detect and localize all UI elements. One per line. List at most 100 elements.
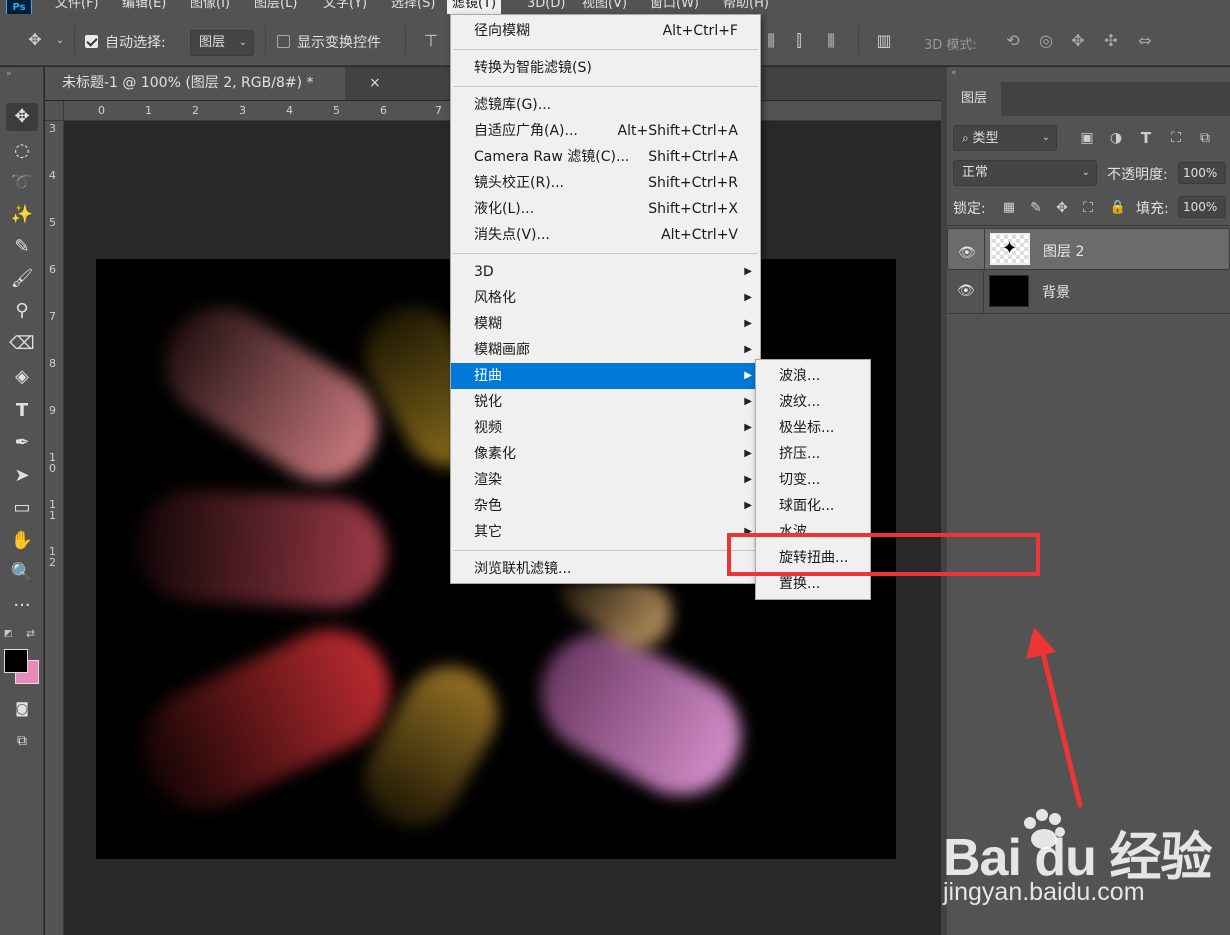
zoom-tool-icon[interactable]: 🔍: [6, 559, 38, 587]
menu-2[interactable]: 图像(I): [185, 0, 235, 14]
distort-menu-item[interactable]: 挤压...: [756, 441, 870, 467]
lasso-tool-icon[interactable]: ➰: [6, 169, 38, 197]
distort-menu-item[interactable]: 切变...: [756, 467, 870, 493]
adjustment-filter-icon[interactable]: ◑: [1106, 128, 1126, 148]
collapse-icon[interactable]: »: [6, 69, 12, 79]
paint-bucket-tool-icon[interactable]: ◈: [6, 363, 38, 391]
filter-menu-item[interactable]: Camera Raw 滤镜(C)... Shift+Ctrl+A: [451, 144, 760, 170]
more-tools-icon[interactable]: ···: [6, 592, 38, 620]
brush-tool-icon[interactable]: 🖌: [6, 265, 38, 293]
close-icon[interactable]: ×: [369, 67, 381, 100]
screen-mode-icon[interactable]: ⧉: [6, 727, 38, 755]
menu-7[interactable]: 3D(D): [522, 0, 570, 14]
magic-wand-tool-icon[interactable]: ✨: [6, 201, 38, 229]
layer-name[interactable]: 图层 2: [1043, 240, 1084, 264]
eyedropper-tool-icon[interactable]: ✎: [6, 233, 38, 261]
eye-icon[interactable]: 👁: [958, 241, 976, 265]
show-transform-checkbox[interactable]: [277, 35, 290, 48]
stamp-tool-icon[interactable]: ⚲: [6, 297, 38, 325]
menu-1[interactable]: 编辑(E): [117, 0, 171, 14]
collapse-icon[interactable]: «: [951, 68, 957, 78]
distort-menu-item[interactable]: 波浪...: [756, 363, 870, 389]
layer-thumbnail[interactable]: ✦: [990, 233, 1030, 265]
move-tool-icon[interactable]: ✥: [6, 103, 38, 131]
3d-slide-icon[interactable]: ✣: [1100, 31, 1122, 51]
lock-artboard-icon[interactable]: ⛶: [1079, 198, 1097, 218]
eye-icon[interactable]: 👁: [957, 283, 975, 299]
filter-menu-item[interactable]: 模糊画廊 ▶: [451, 337, 760, 363]
filter-menu-item[interactable]: 杂色 ▶: [451, 493, 760, 519]
pen-tool-icon[interactable]: ✒: [6, 429, 38, 457]
image-filter-icon[interactable]: ▣: [1077, 128, 1097, 148]
menu-4[interactable]: 文字(Y): [318, 0, 372, 14]
menu-10[interactable]: 帮助(H): [718, 0, 774, 14]
filter-menu-item[interactable]: 液化(L)... Shift+Ctrl+X: [451, 196, 760, 222]
tool-preset-chevron-icon[interactable]: ⌄: [54, 31, 66, 51]
foreground-color-swatch[interactable]: [4, 649, 28, 673]
hand-tool-icon[interactable]: ✋: [6, 527, 38, 555]
menu-3[interactable]: 图层(L): [249, 0, 302, 14]
distribute-left-icon[interactable]: ⫼: [760, 31, 782, 51]
distort-menu-item[interactable]: 极坐标...: [756, 415, 870, 441]
distort-menu-item[interactable]: 球面化...: [756, 493, 870, 519]
filter-menu-item[interactable]: 渲染 ▶: [451, 467, 760, 493]
3d-orbit-icon[interactable]: ⟲: [1001, 31, 1025, 51]
shape-filter-icon[interactable]: ⛶: [1166, 128, 1186, 148]
type-tool-icon[interactable]: T: [6, 397, 38, 425]
filter-menu-item[interactable]: 像素化 ▶: [451, 441, 760, 467]
3d-pan-icon[interactable]: ✥: [1067, 31, 1089, 51]
eraser-tool-icon[interactable]: ⌫: [6, 330, 38, 358]
align-distribute-panel-icon[interactable]: ▥: [873, 31, 895, 51]
filter-menu-item[interactable]: 扭曲 ▶: [451, 363, 760, 389]
filter-menu-item[interactable]: 消失点(V)... Alt+Ctrl+V: [451, 222, 760, 248]
filter-menu-item[interactable]: 风格化 ▶: [451, 285, 760, 311]
3d-scale-icon[interactable]: ⇔: [1133, 31, 1157, 51]
auto-select-target-dropdown[interactable]: 图层 ⌄: [190, 30, 254, 56]
3d-roll-icon[interactable]: ◎: [1035, 31, 1057, 51]
distort-menu-item[interactable]: 波纹...: [756, 389, 870, 415]
blend-mode-dropdown[interactable]: 正常 ⌄: [953, 160, 1097, 186]
menu-0[interactable]: 文件(F): [50, 0, 104, 14]
move-tool-icon[interactable]: ✥: [24, 30, 46, 50]
lock-transparent-pixels-icon[interactable]: ▦: [1000, 198, 1018, 218]
filter-menu-item[interactable]: 锐化 ▶: [451, 389, 760, 415]
distribute-right-icon[interactable]: ⫼: [820, 31, 842, 51]
lock-all-icon[interactable]: 🔒: [1109, 198, 1127, 218]
quick-mask-icon[interactable]: ◙: [6, 695, 38, 723]
distribute-hcenter-icon[interactable]: ⫿: [788, 31, 810, 51]
lock-position-icon[interactable]: ✥: [1053, 198, 1071, 218]
menu-9[interactable]: 窗口(W): [645, 0, 704, 14]
path-selection-tool-icon[interactable]: ➤: [6, 462, 38, 490]
menu-6[interactable]: 滤镜(T): [447, 0, 502, 14]
tab-layers[interactable]: 图层: [947, 82, 1001, 116]
lock-image-pixels-icon[interactable]: ✎: [1027, 198, 1045, 218]
filter-menu-item[interactable]: 其它 ▶: [451, 519, 760, 545]
layer-kind-filter-dropdown[interactable]: ⌕ 类型 ⌄: [953, 125, 1057, 151]
align-top-icon[interactable]: ⊤: [420, 31, 442, 51]
layer-name[interactable]: 背景: [1042, 282, 1070, 302]
filter-menu-item[interactable]: 滤镜库(G)...: [451, 92, 760, 118]
default-colors-icon[interactable]: ◩: [4, 629, 13, 639]
opacity-input[interactable]: 100%: [1178, 162, 1226, 184]
layer-row[interactable]: 👁 ✦ 图层 2: [947, 228, 1230, 271]
marquee-tool-icon[interactable]: ◌: [6, 137, 38, 165]
type-filter-icon[interactable]: T: [1136, 128, 1156, 148]
smart-object-filter-icon[interactable]: ⧉: [1195, 128, 1215, 148]
filter-menu-item[interactable]: 模糊 ▶: [451, 311, 760, 337]
menu-5[interactable]: 选择(S): [386, 0, 440, 14]
menu-8[interactable]: 视图(V): [577, 0, 632, 14]
filter-menu-item[interactable]: 视频 ▶: [451, 415, 760, 441]
filter-menu-item[interactable]: 自适应广角(A)... Alt+Shift+Ctrl+A: [451, 118, 760, 144]
filter-menu-item[interactable]: 3D ▶: [451, 259, 760, 285]
fill-input[interactable]: 100%: [1178, 196, 1226, 218]
filter-menu-item[interactable]: 径向模糊 Alt+Ctrl+F: [451, 18, 760, 44]
filter-menu-item[interactable]: 浏览联机滤镜...: [451, 556, 760, 582]
layer-row[interactable]: 👁 背景: [947, 271, 1230, 313]
filter-menu-item[interactable]: 镜头校正(R)... Shift+Ctrl+R: [451, 170, 760, 196]
rectangle-tool-icon[interactable]: ▭: [6, 494, 38, 522]
auto-select-checkbox[interactable]: [85, 35, 98, 48]
layer-thumbnail[interactable]: [989, 275, 1029, 307]
document-tab[interactable]: 未标题-1 @ 100% (图层 2, RGB/8#) *: [45, 67, 345, 100]
swap-colors-icon[interactable]: ⇄: [26, 627, 35, 640]
filter-menu-item[interactable]: 转换为智能滤镜(S): [451, 55, 760, 81]
